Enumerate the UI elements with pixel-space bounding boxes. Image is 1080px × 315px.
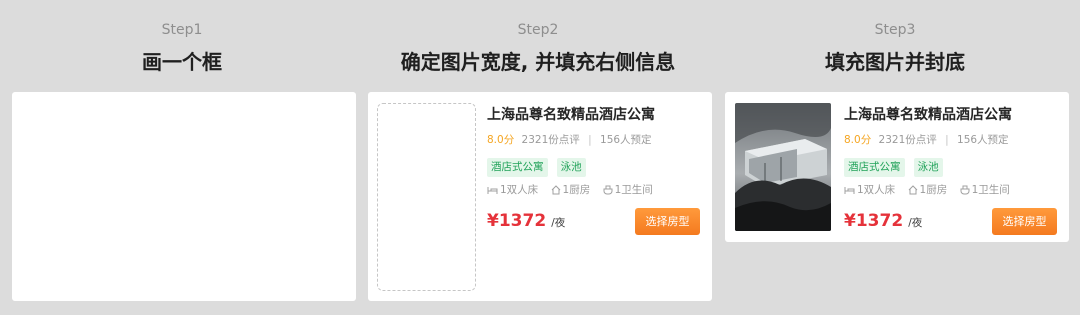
- bed-icon: [844, 187, 855, 194]
- step3-title: 填充图片并封底: [825, 50, 965, 74]
- step2-title: 确定图片宽度, 并填充右侧信息: [400, 50, 676, 74]
- facility-kitchen-final: 1厨房: [908, 182, 948, 197]
- price: ¥1372: [487, 211, 547, 231]
- hotel-photo: [735, 103, 831, 231]
- kitchen-icon: [908, 185, 917, 195]
- facility-kitchen-label-final: 1厨房: [919, 184, 948, 196]
- facility-kitchen-label: 1厨房: [562, 184, 591, 196]
- review-count: 2321份点评: [521, 134, 580, 146]
- meta-divider-final: |: [945, 134, 949, 146]
- hotel-score-final: 8.0分: [844, 134, 872, 146]
- meta-divider: |: [588, 134, 592, 146]
- facility-bed: 1双人床: [487, 182, 538, 197]
- image-placeholder: [377, 103, 476, 291]
- facility-kitchen: 1厨房: [551, 182, 591, 197]
- facility-list-final: 1双人床 1厨房 1卫生间: [844, 182, 1057, 197]
- facility-bathroom-final: 1卫生间: [960, 182, 1010, 197]
- price-unit: /夜: [551, 217, 566, 229]
- price-row-final: ¥1372 /夜 选择房型: [844, 208, 1057, 237]
- hotel-card-final[interactable]: 上海品尊名致精品酒店公寓 8.0分 2321份点评 | 156人预定 酒店式公寓…: [725, 92, 1069, 242]
- price-unit-final: /夜: [908, 217, 923, 229]
- facility-bathroom-label: 1卫生间: [614, 184, 653, 196]
- facility-list: 1双人床 1厨房 1卫生间: [487, 182, 700, 197]
- step1-title: 画一个框: [142, 50, 222, 74]
- facility-bed-label: 1双人床: [500, 184, 539, 196]
- hotel-meta: 8.0分 2321份点评 | 156人预定: [487, 132, 700, 147]
- facility-bathroom: 1卫生间: [603, 182, 653, 197]
- price-row: ¥1372 /夜 选择房型: [487, 208, 700, 237]
- bed-icon: [487, 187, 498, 194]
- tag-list: 酒店式公寓 泳池: [487, 155, 700, 177]
- hotel-meta-final: 8.0分 2321份点评 | 156人预定: [844, 132, 1057, 147]
- card-info-final: 上海品尊名致精品酒店公寓 8.0分 2321份点评 | 156人预定 酒店式公寓…: [844, 104, 1057, 237]
- hotel-name: 上海品尊名致精品酒店公寓: [487, 107, 655, 123]
- review-count-final: 2321份点评: [878, 134, 937, 146]
- select-room-button-final[interactable]: 选择房型: [992, 208, 1057, 235]
- empty-frame-card: [12, 92, 356, 301]
- select-room-button[interactable]: 选择房型: [635, 208, 700, 235]
- step1-label: Step1: [161, 22, 203, 38]
- booking-count: 156人预定: [600, 134, 652, 146]
- price-final: ¥1372: [844, 211, 904, 231]
- tag-apartment: 酒店式公寓: [487, 158, 548, 177]
- hotel-card-draft[interactable]: 上海品尊名致精品酒店公寓 8.0分 2321份点评 | 156人预定 酒店式公寓…: [368, 92, 712, 301]
- facility-bed-final: 1双人床: [844, 182, 895, 197]
- tag-pool: 泳池: [556, 158, 586, 177]
- tag-list-final: 酒店式公寓 泳池: [844, 155, 1057, 177]
- hotel-name-final: 上海品尊名致精品酒店公寓: [844, 107, 1012, 123]
- bathroom-icon: [960, 185, 970, 195]
- bathroom-icon: [603, 185, 613, 195]
- facility-bed-label-final: 1双人床: [857, 184, 896, 196]
- hotel-score: 8.0分: [487, 134, 515, 146]
- tag-apartment-final: 酒店式公寓: [844, 158, 905, 177]
- tag-pool-final: 泳池: [913, 158, 943, 177]
- card-info: 上海品尊名致精品酒店公寓 8.0分 2321份点评 | 156人预定 酒店式公寓…: [487, 104, 700, 237]
- kitchen-icon: [551, 185, 560, 195]
- step2-label: Step2: [517, 22, 559, 38]
- facility-bathroom-label-final: 1卫生间: [971, 184, 1010, 196]
- hotel-photo-image: [735, 103, 831, 231]
- booking-count-final: 156人预定: [957, 134, 1009, 146]
- step3-label: Step3: [874, 22, 916, 38]
